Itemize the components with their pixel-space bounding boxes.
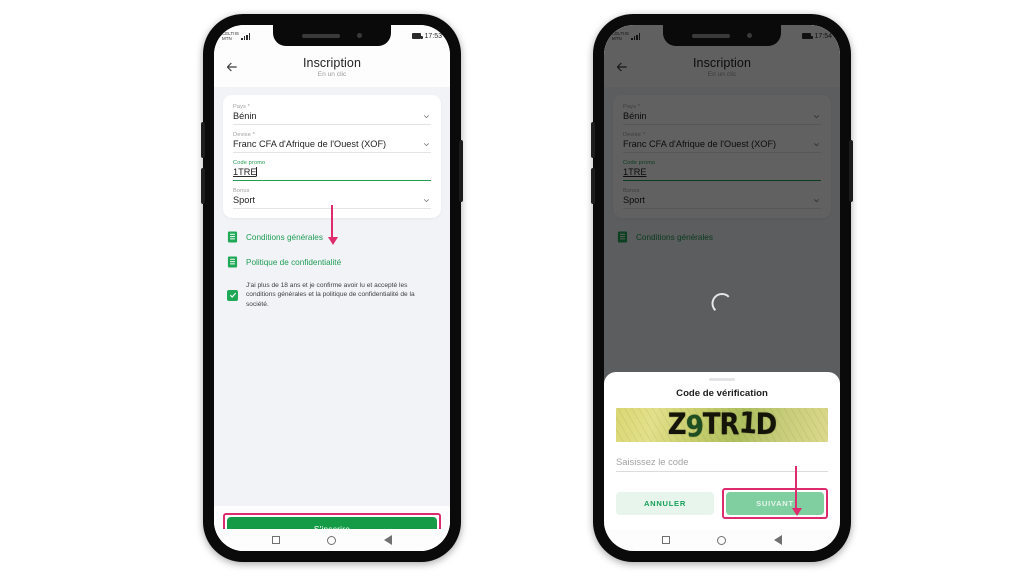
power-button[interactable] xyxy=(849,140,853,202)
captcha-image: Z9TR1D xyxy=(616,408,828,442)
back-button[interactable] xyxy=(774,535,783,545)
annotation-arrow-next xyxy=(792,466,802,516)
link-terms-label: Conditions générales xyxy=(246,232,323,242)
document-icon xyxy=(227,256,238,268)
document-icon xyxy=(227,231,238,243)
home-button[interactable] xyxy=(717,535,727,545)
link-privacy[interactable]: Politique de confidentialité xyxy=(227,256,437,268)
volume-up-button[interactable] xyxy=(591,122,595,158)
battery-icon xyxy=(412,33,423,39)
captcha-text: Z9TR1D xyxy=(667,408,777,442)
age-consent-text: J'ai plus de 18 ans et je confirme avoir… xyxy=(246,282,415,308)
annotation-arrow-signup xyxy=(328,205,338,245)
field-bonus-value: Sport xyxy=(233,195,255,205)
app-body: Pays * Bénin Devise * Franc CFA d'Afriqu… xyxy=(214,87,450,551)
age-consent-row[interactable]: J'ai plus de 18 ans et je confirme avoir… xyxy=(227,281,437,309)
recent-apps-button[interactable] xyxy=(661,536,670,544)
signal-strength-icon xyxy=(240,32,251,40)
status-clock: 17:53 xyxy=(424,32,442,40)
recent-apps-button[interactable] xyxy=(271,536,280,544)
field-promo-code-value: 1TRE xyxy=(233,167,257,177)
earpiece-speaker xyxy=(302,33,340,38)
text-cursor xyxy=(255,167,257,176)
status-bar-right: 17:53 xyxy=(412,33,442,40)
page-subtitle: En un clic xyxy=(317,71,347,78)
field-currency-label: Devise * xyxy=(233,132,256,138)
checkmark-icon xyxy=(229,292,236,298)
carrier-name-line2: MTN xyxy=(222,36,232,41)
annotation-highlight-next: SUIVANT xyxy=(722,488,828,519)
sheet-drag-handle[interactable] xyxy=(709,378,735,381)
volume-down-button[interactable] xyxy=(591,168,595,204)
phone-left: CELTIIS MTN 17:53 Inscription En un clic… xyxy=(201,14,463,562)
phone-left-screen: CELTIIS MTN 17:53 Inscription En un clic… xyxy=(214,25,450,551)
home-button[interactable] xyxy=(327,535,337,545)
chevron-down-icon[interactable] xyxy=(422,112,431,121)
earpiece-speaker xyxy=(692,33,730,38)
field-country-value: Bénin xyxy=(233,111,257,121)
loading-spinner xyxy=(711,293,733,314)
next-button[interactable]: SUIVANT xyxy=(726,492,824,515)
carrier-indicator: CELTIIS MTN xyxy=(222,31,251,41)
android-navbar xyxy=(214,529,450,551)
volume-down-button[interactable] xyxy=(201,168,205,204)
field-promo-code-label: Code promo xyxy=(233,160,266,166)
field-promo-code[interactable]: Code promo 1TRE xyxy=(233,160,431,181)
screenshot-stage: CELTIIS MTN 17:53 Inscription En un clic… xyxy=(0,0,1024,576)
field-currency[interactable]: Devise * Franc CFA d'Afrique de l'Ouest … xyxy=(233,132,431,153)
front-camera xyxy=(357,33,362,38)
verification-dialog: Code de vérification Z9TR1D Saisissez le… xyxy=(604,372,840,529)
cancel-button[interactable]: ANNULER xyxy=(616,492,714,515)
link-privacy-label: Politique de confidentialité xyxy=(246,257,342,267)
app-header-titles: Inscription En un clic xyxy=(214,56,450,78)
age-consent-checkbox[interactable] xyxy=(227,289,238,301)
field-currency-value: Franc CFA d'Afrique de l'Ouest (XOF) xyxy=(233,139,387,149)
field-country-label: Pays * xyxy=(233,104,251,110)
front-camera xyxy=(747,33,752,38)
chevron-down-icon[interactable] xyxy=(422,196,431,205)
phone-notch xyxy=(663,25,781,46)
phone-right: CELTIIS MTN 17:54 Inscr xyxy=(591,14,853,562)
field-bonus-label: Bonus xyxy=(233,188,250,194)
verification-dialog-title: Code de vérification xyxy=(676,388,768,399)
registration-form-card: Pays * Bénin Devise * Franc CFA d'Afriqu… xyxy=(223,95,441,218)
power-button[interactable] xyxy=(459,140,463,202)
app-header: Inscription En un clic xyxy=(214,47,450,87)
field-country[interactable]: Pays * Bénin xyxy=(233,104,431,125)
page-title: Inscription xyxy=(302,56,362,70)
volume-up-button[interactable] xyxy=(201,122,205,158)
android-navbar xyxy=(604,529,840,551)
phone-notch xyxy=(273,25,391,46)
phone-right-screen: CELTIIS MTN 17:54 Inscr xyxy=(604,25,840,551)
back-arrow-icon[interactable] xyxy=(224,59,240,75)
back-button[interactable] xyxy=(384,535,393,545)
chevron-down-icon[interactable] xyxy=(422,140,431,149)
